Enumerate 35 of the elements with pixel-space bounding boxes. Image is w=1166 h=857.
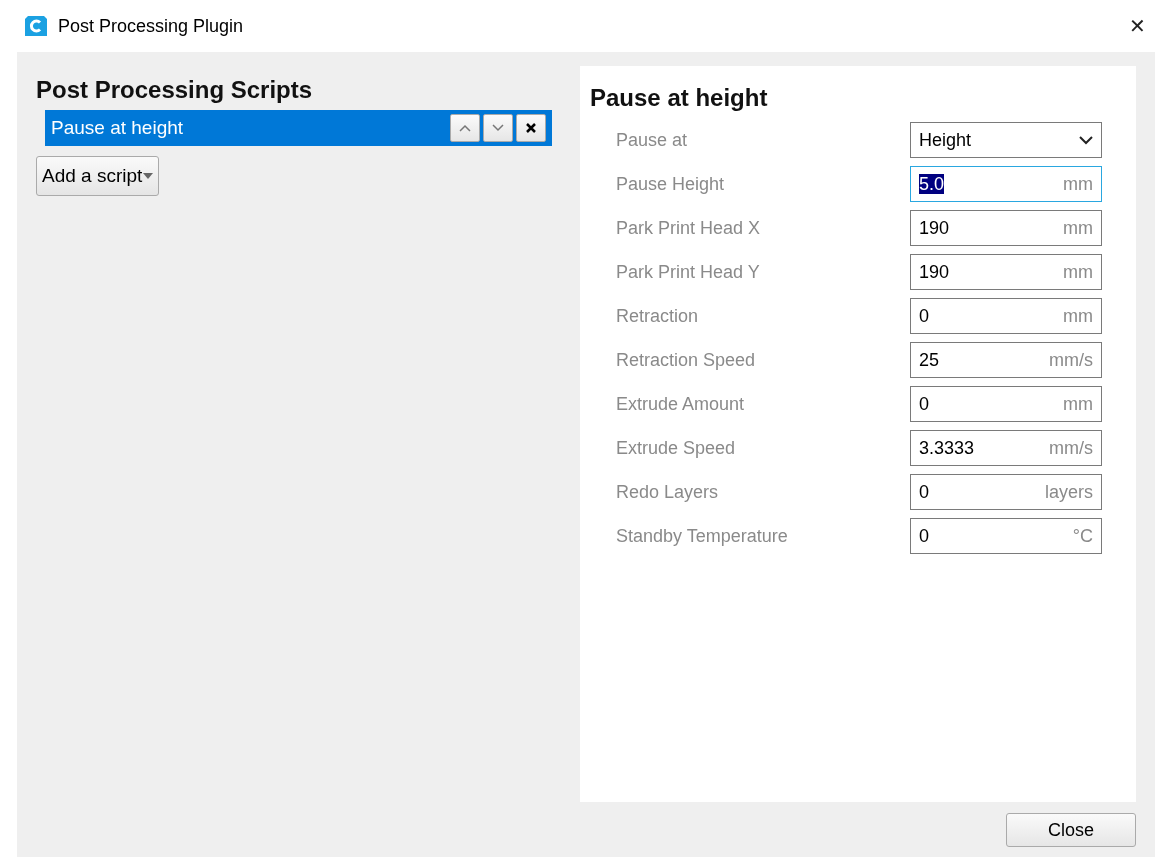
close-dialog-button[interactable]: Close [1006,813,1136,847]
dropdown-field[interactable]: Height [910,122,1102,158]
setting-label: Redo Layers [616,481,720,503]
setting-label: Retraction Speed [616,349,757,371]
setting-label: Park Print Head X [616,217,762,239]
panel-heading: Post Processing Scripts [36,76,314,104]
input-field[interactable]: 190 mm [910,254,1102,290]
move-up-button[interactable] [450,114,480,142]
chevron-down-icon [1079,135,1093,145]
input-field[interactable]: 3.3333 mm/s [910,430,1102,466]
input-field[interactable]: 0 °C [910,518,1102,554]
window-title: Post Processing Plugin [58,15,245,37]
input-field[interactable]: 190 mm [910,210,1102,246]
setting-label: Pause Height [616,173,726,195]
panel-heading: Pause at height [590,84,769,112]
dropdown-arrow-icon [142,172,155,180]
input-field[interactable]: 0 mm [910,386,1102,422]
script-list-item[interactable]: Pause at height [45,110,552,146]
chevron-down-icon [491,123,505,133]
close-button[interactable]: ✕ [1121,10,1154,42]
app-logo-icon [24,14,48,38]
setting-label: Retraction [616,305,700,327]
close-icon [525,122,537,134]
chevron-up-icon [458,123,472,133]
remove-button[interactable] [516,114,546,142]
input-field[interactable]: 5.0 mm [910,166,1102,202]
input-field[interactable]: 25 mm/s [910,342,1102,378]
setting-label: Standby Temperature [616,525,789,547]
setting-label: Pause at [616,129,689,151]
setting-label: Extrude Amount [616,393,746,415]
add-script-button[interactable]: Add a script [36,156,160,196]
input-field[interactable]: 0 layers [910,474,1102,510]
setting-label: Park Print Head Y [616,261,761,283]
setting-label: Extrude Speed [616,437,737,459]
input-field[interactable]: 0 mm [910,298,1102,334]
